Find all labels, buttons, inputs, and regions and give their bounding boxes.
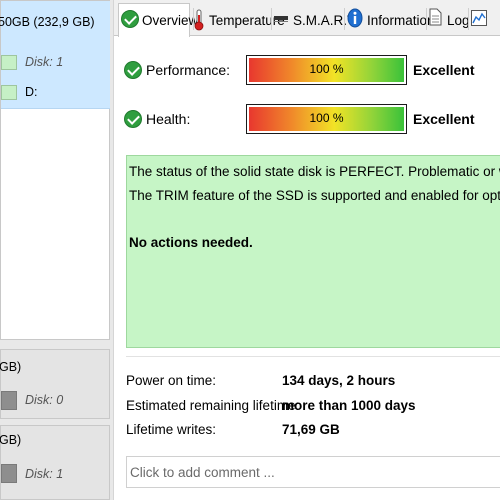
performance-bar: 100 % (246, 55, 407, 85)
fact-label: Lifetime writes: (126, 422, 217, 437)
tab-separator (426, 8, 427, 30)
hd-sentinel-window: 50GB (232,9 GB) Disk: 1 D: GB) Disk: 0 G… (0, 0, 500, 500)
status-line: The status of the solid state disk is PE… (129, 164, 500, 179)
health-label: Health: (146, 111, 191, 127)
details-panel: Overview Temperature S.M.A.R.T. Informat… (113, 0, 500, 500)
tab-bar: Overview Temperature S.M.A.R.T. Informat… (114, 0, 500, 37)
thermometer-icon (194, 9, 204, 31)
fact-value: 71,69 GB (282, 422, 340, 437)
tab-label: Information (367, 13, 435, 28)
volume-color-swatch (1, 464, 17, 483)
tab-label: Overview (142, 13, 199, 28)
divider (126, 356, 500, 357)
fact-power-on-time: Power on time: 134 days, 2 hours (126, 371, 496, 391)
health-bar-fill: 100 % (249, 107, 404, 131)
fact-value: more than 1000 days (282, 398, 416, 413)
performance-rating: Excellent (413, 62, 475, 78)
disk-card-selected[interactable]: 50GB (232,9 GB) Disk: 1 D: (0, 0, 110, 340)
tab-label: Log (447, 13, 470, 28)
check-circle-icon (121, 10, 139, 28)
tab-separator (271, 8, 272, 30)
volume-label: Disk: 0 (25, 393, 64, 407)
volume-row[interactable]: Disk: 1 (1, 53, 101, 73)
performance-percent: 100 % (309, 62, 344, 76)
volume-label: D: (25, 85, 38, 99)
disk-title: 50GB (232,9 GB) (0, 15, 95, 29)
volume-color-swatch (1, 391, 17, 410)
disk-list-panel: 50GB (232,9 GB) Disk: 1 D: GB) Disk: 0 G… (0, 0, 113, 500)
log-document-icon (429, 8, 442, 26)
check-circle-icon (124, 61, 142, 79)
disk-card[interactable]: GB) Disk: 0 (0, 349, 110, 419)
fact-label: Estimated remaining lifetime: (126, 398, 300, 413)
tab-separator (468, 8, 469, 30)
tab-overview[interactable]: Overview (118, 3, 198, 37)
performance-row: Performance: 100 % Excellent (114, 54, 500, 86)
fact-label: Power on time: (126, 373, 217, 388)
check-circle-icon (124, 110, 142, 128)
comment-input[interactable] (126, 456, 500, 488)
volume-color-swatch (1, 85, 17, 100)
volume-label: Disk: 1 (25, 55, 64, 69)
tab-separator (344, 8, 345, 30)
tab-performance-chart[interactable] (471, 4, 500, 36)
disk-title: GB) (0, 360, 22, 374)
tab-temperature[interactable]: Temperature (194, 4, 285, 36)
selected-disk-highlight: 50GB (232,9 GB) Disk: 1 D: (0, 1, 110, 109)
volume-color-swatch (1, 55, 17, 70)
disk-title: GB) (0, 433, 22, 447)
info-icon (347, 8, 363, 28)
disk-card[interactable]: GB) Disk: 1 (0, 425, 110, 500)
tab-log[interactable]: Log (429, 4, 470, 36)
fact-lifetime-writes: Lifetime writes: 71,69 GB (126, 420, 496, 440)
health-row: Health: 100 % Excellent (114, 103, 500, 135)
health-percent: 100 % (309, 111, 344, 125)
fact-value: 134 days, 2 hours (282, 373, 396, 388)
health-bar: 100 % (246, 104, 407, 134)
chart-icon (471, 10, 487, 26)
volume-row[interactable]: D: (1, 83, 101, 103)
tab-information[interactable]: Information (347, 4, 435, 36)
tab-smart[interactable]: S.M.A.R.T. (274, 4, 358, 36)
volume-label: Disk: 1 (25, 467, 64, 481)
smart-table-icon (274, 16, 288, 22)
fact-remaining-lifetime: Estimated remaining lifetime: more than … (126, 396, 496, 416)
status-summary: No actions needed. (129, 235, 253, 250)
performance-bar-fill: 100 % (249, 58, 404, 82)
health-rating: Excellent (413, 111, 475, 127)
status-textbox[interactable]: The status of the solid state disk is PE… (126, 155, 500, 348)
status-line: The TRIM feature of the SSD is supported… (129, 188, 500, 203)
performance-label: Performance: (146, 62, 231, 78)
